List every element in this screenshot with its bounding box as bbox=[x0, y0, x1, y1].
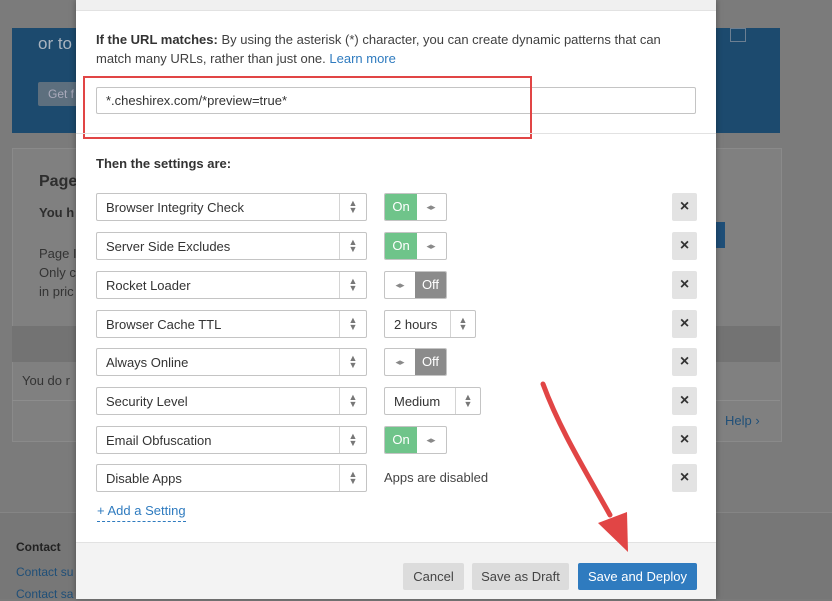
setting-select[interactable]: Always Online ▲ ▼ bbox=[96, 348, 367, 376]
setting-select[interactable]: Disable Apps ▲ ▼ bbox=[96, 464, 367, 492]
setting-select[interactable]: Security Level ▲ ▼ bbox=[96, 387, 367, 415]
setting-select[interactable]: Rocket Loader ▲ ▼ bbox=[96, 271, 367, 299]
bg-footer-link: Contact su bbox=[16, 565, 74, 579]
toggle-off-label: Off bbox=[415, 272, 446, 298]
remove-setting-button[interactable]: × bbox=[672, 464, 697, 492]
setting-select-label: Email Obfuscation bbox=[106, 433, 212, 448]
remove-setting-button[interactable]: × bbox=[672, 387, 697, 415]
apps-disabled-text: Apps are disabled bbox=[384, 470, 489, 485]
setting-value-select[interactable]: Medium ▲ ▼ bbox=[384, 387, 481, 415]
bg-card-text: Page I Only c in pric bbox=[39, 246, 77, 299]
setting-select-label: Server Side Excludes bbox=[106, 239, 231, 254]
select-arrows-icon: ▲ ▼ bbox=[339, 233, 366, 259]
toggle-grip-icon: ◂▸ bbox=[426, 435, 436, 445]
setting-select-label: Browser Integrity Check bbox=[106, 200, 244, 215]
toggle-on-label: On bbox=[385, 194, 417, 220]
setting-select[interactable]: Browser Integrity Check ▲ ▼ bbox=[96, 193, 367, 221]
remove-setting-button[interactable]: × bbox=[672, 271, 697, 299]
setting-row: Browser Integrity Check ▲ ▼ On ◂▸ × bbox=[96, 193, 697, 223]
remove-setting-button[interactable]: × bbox=[672, 193, 697, 221]
setting-value-select[interactable]: 2 hours ▲ ▼ bbox=[384, 310, 476, 338]
remove-setting-button[interactable]: × bbox=[672, 232, 697, 260]
setting-row: Server Side Excludes ▲ ▼ On ◂▸ × bbox=[96, 232, 697, 262]
remove-setting-button[interactable]: × bbox=[672, 348, 697, 376]
setting-row: Disable Apps ▲ ▼ Apps are disabled × bbox=[96, 464, 697, 494]
setting-toggle[interactable]: On ◂▸ bbox=[384, 426, 447, 454]
setting-value-label: Medium bbox=[394, 394, 441, 409]
url-match-label: If the URL matches: bbox=[96, 32, 218, 47]
setting-select[interactable]: Email Obfuscation ▲ ▼ bbox=[96, 426, 367, 454]
section-divider bbox=[76, 133, 716, 134]
toggle-grip-icon: ◂▸ bbox=[426, 202, 436, 212]
setting-toggle[interactable]: ◂▸ Off bbox=[384, 271, 447, 299]
modal-header-strip bbox=[76, 0, 716, 11]
setting-select-label: Disable Apps bbox=[106, 471, 182, 486]
bg-card-subtitle: You h bbox=[39, 205, 75, 220]
select-arrows-icon: ▲ ▼ bbox=[339, 272, 366, 298]
setting-value-label: 2 hours bbox=[394, 317, 438, 332]
bg-footer-link: Contact sa bbox=[16, 587, 74, 601]
setting-row: Always Online ▲ ▼ ◂▸ Off × bbox=[96, 348, 697, 378]
learn-more-link[interactable]: Learn more bbox=[329, 51, 395, 66]
select-arrows-icon: ▲ ▼ bbox=[450, 311, 475, 337]
select-arrows-icon: ▲ ▼ bbox=[339, 465, 366, 491]
select-arrows-icon: ▲ ▼ bbox=[339, 388, 366, 414]
setting-row: Email Obfuscation ▲ ▼ On ◂▸ × bbox=[96, 426, 697, 456]
select-arrows-icon: ▲ ▼ bbox=[339, 349, 366, 375]
bg-empty-text: You do r bbox=[22, 373, 70, 388]
setting-toggle[interactable]: On ◂▸ bbox=[384, 193, 447, 221]
modal-footer: Cancel Save as Draft Save and Deploy bbox=[76, 542, 716, 599]
setting-select[interactable]: Server Side Excludes ▲ ▼ bbox=[96, 232, 367, 260]
bg-help-link: Help › bbox=[725, 413, 760, 428]
setting-select-label: Security Level bbox=[106, 394, 188, 409]
setting-toggle[interactable]: ◂▸ Off bbox=[384, 348, 447, 376]
remove-setting-button[interactable]: × bbox=[672, 426, 697, 454]
bg-hero-icon bbox=[730, 28, 746, 42]
bg-footer-contact: Contact bbox=[16, 540, 61, 554]
save-as-draft-button[interactable]: Save as Draft bbox=[472, 563, 569, 590]
bg-blue-button bbox=[715, 222, 725, 248]
remove-setting-button[interactable]: × bbox=[672, 310, 697, 338]
setting-row: Security Level ▲ ▼ Medium ▲ ▼ × bbox=[96, 387, 697, 417]
setting-row: Rocket Loader ▲ ▼ ◂▸ Off × bbox=[96, 271, 697, 301]
setting-select-label: Rocket Loader bbox=[106, 278, 191, 293]
toggle-off-label: Off bbox=[415, 349, 446, 375]
url-match-description: If the URL matches: By using the asteris… bbox=[96, 30, 696, 68]
save-and-deploy-button[interactable]: Save and Deploy bbox=[578, 563, 697, 590]
settings-title: Then the settings are: bbox=[96, 156, 232, 171]
setting-row: Browser Cache TTL ▲ ▼ 2 hours ▲ ▼ × bbox=[96, 310, 697, 340]
toggle-on-label: On bbox=[385, 233, 417, 259]
bg-hero-text: or to bbox=[38, 34, 73, 53]
select-arrows-icon: ▲ ▼ bbox=[339, 311, 366, 337]
select-arrows-icon: ▲ ▼ bbox=[339, 427, 366, 453]
toggle-grip-icon: ◂▸ bbox=[395, 280, 405, 290]
cancel-button[interactable]: Cancel bbox=[403, 563, 464, 590]
url-pattern-input[interactable] bbox=[96, 87, 696, 114]
setting-toggle[interactable]: On ◂▸ bbox=[384, 232, 447, 260]
setting-select-label: Browser Cache TTL bbox=[106, 317, 222, 332]
select-arrows-icon: ▲ ▼ bbox=[339, 194, 366, 220]
add-setting-link[interactable]: + Add a Setting bbox=[97, 503, 186, 522]
setting-select-label: Always Online bbox=[106, 355, 189, 370]
setting-select[interactable]: Browser Cache TTL ▲ ▼ bbox=[96, 310, 367, 338]
bg-card-title: Page bbox=[39, 173, 78, 190]
select-arrows-icon: ▲ ▼ bbox=[455, 388, 480, 414]
toggle-on-label: On bbox=[385, 427, 417, 453]
toggle-grip-icon: ◂▸ bbox=[426, 241, 436, 251]
toggle-grip-icon: ◂▸ bbox=[395, 357, 405, 367]
page-rule-modal: If the URL matches: By using the asteris… bbox=[76, 0, 716, 599]
